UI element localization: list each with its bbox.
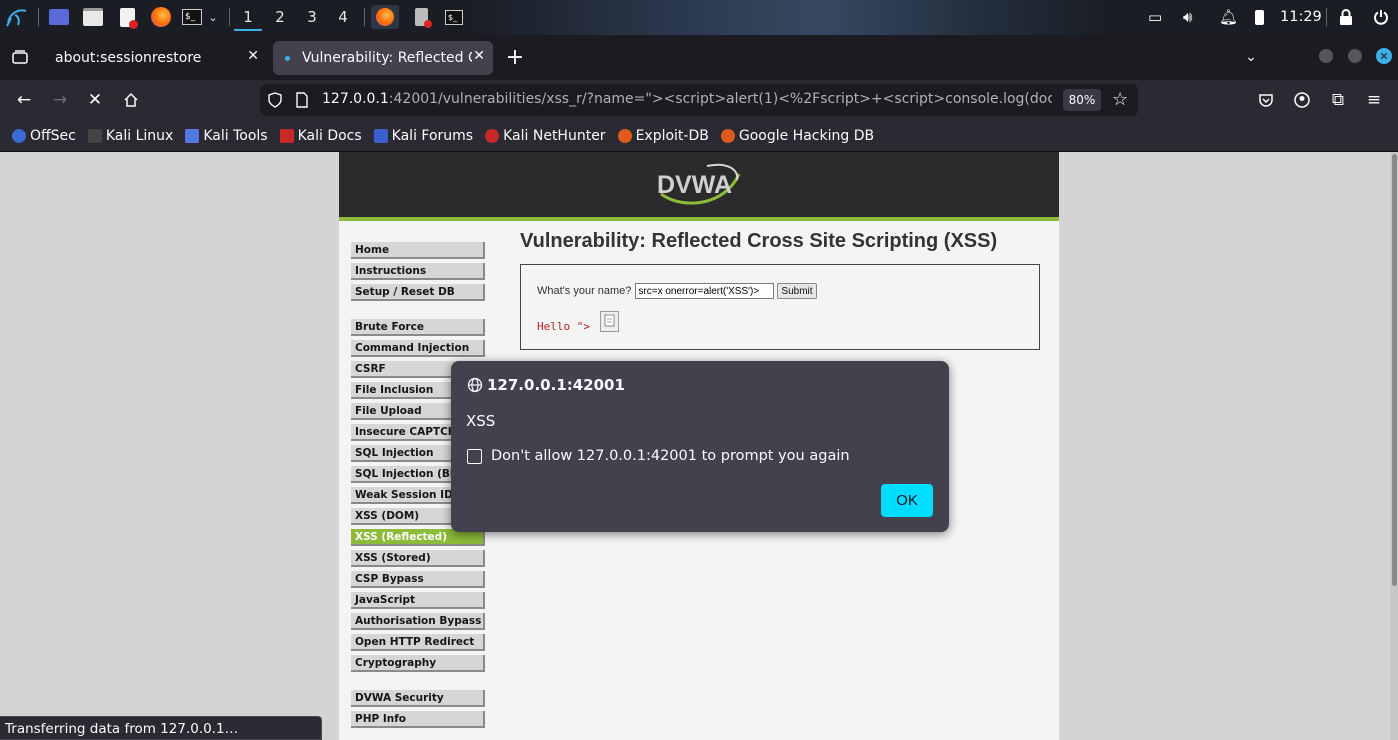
dialog-overlay: 127.0.0.1:42001 XSS Don't allow 127.0.0.… — [0, 0, 1398, 740]
dont-allow-label[interactable]: Don't allow 127.0.0.1:42001 to prompt yo… — [491, 448, 850, 464]
dont-allow-checkbox-row[interactable]: Don't allow 127.0.0.1:42001 to prompt yo… — [467, 448, 850, 464]
dialog-origin: 127.0.0.1:42001 — [467, 376, 625, 394]
dialog-origin-text: 127.0.0.1:42001 — [487, 376, 625, 394]
dialog-message: XSS — [466, 412, 496, 430]
globe-icon — [467, 377, 483, 393]
alert-dialog: 127.0.0.1:42001 XSS Don't allow 127.0.0.… — [451, 361, 949, 532]
ok-button[interactable]: OK — [881, 484, 933, 517]
status-bar: Transferring data from 127.0.0.1… — [0, 716, 322, 740]
dont-allow-checkbox[interactable] — [467, 448, 482, 464]
